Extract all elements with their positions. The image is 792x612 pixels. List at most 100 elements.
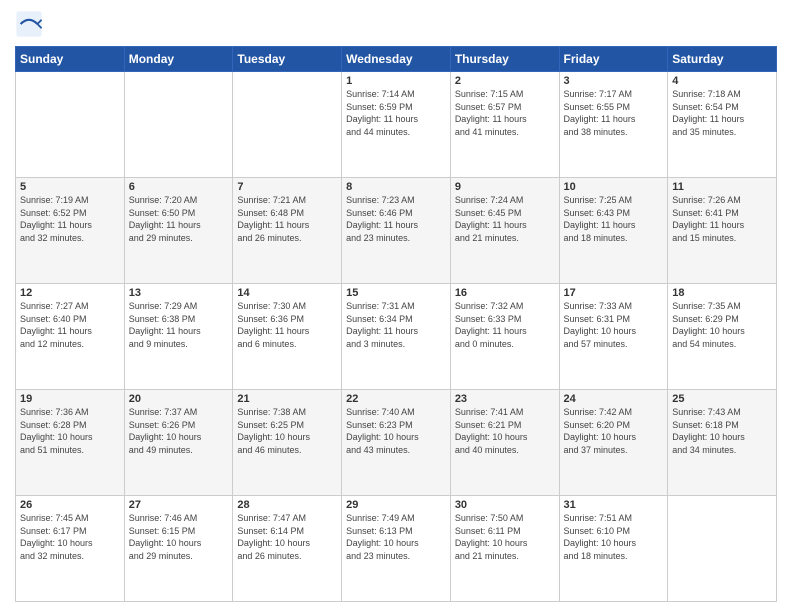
day-number: 26	[20, 499, 120, 511]
day-info: Sunrise: 7:18 AMSunset: 6:54 PMDaylight:…	[672, 88, 772, 138]
calendar-day: 25Sunrise: 7:43 AMSunset: 6:18 PMDayligh…	[668, 390, 777, 496]
calendar-week-4: 19Sunrise: 7:36 AMSunset: 6:28 PMDayligh…	[16, 390, 777, 496]
calendar-header-thursday: Thursday	[450, 47, 559, 72]
day-info: Sunrise: 7:31 AMSunset: 6:34 PMDaylight:…	[346, 300, 446, 350]
calendar-week-1: 1Sunrise: 7:14 AMSunset: 6:59 PMDaylight…	[16, 72, 777, 178]
calendar-header-monday: Monday	[124, 47, 233, 72]
day-number: 16	[455, 287, 555, 299]
calendar-day: 11Sunrise: 7:26 AMSunset: 6:41 PMDayligh…	[668, 178, 777, 284]
day-info: Sunrise: 7:46 AMSunset: 6:15 PMDaylight:…	[129, 512, 229, 562]
day-number: 15	[346, 287, 446, 299]
day-number: 4	[672, 75, 772, 87]
day-number: 14	[237, 287, 337, 299]
day-info: Sunrise: 7:23 AMSunset: 6:46 PMDaylight:…	[346, 194, 446, 244]
day-number: 17	[564, 287, 664, 299]
day-number: 7	[237, 181, 337, 193]
calendar-day: 15Sunrise: 7:31 AMSunset: 6:34 PMDayligh…	[342, 284, 451, 390]
day-info: Sunrise: 7:35 AMSunset: 6:29 PMDaylight:…	[672, 300, 772, 350]
day-info: Sunrise: 7:42 AMSunset: 6:20 PMDaylight:…	[564, 406, 664, 456]
day-info: Sunrise: 7:51 AMSunset: 6:10 PMDaylight:…	[564, 512, 664, 562]
day-info: Sunrise: 7:17 AMSunset: 6:55 PMDaylight:…	[564, 88, 664, 138]
calendar-day: 27Sunrise: 7:46 AMSunset: 6:15 PMDayligh…	[124, 496, 233, 602]
day-info: Sunrise: 7:50 AMSunset: 6:11 PMDaylight:…	[455, 512, 555, 562]
day-number: 24	[564, 393, 664, 405]
day-info: Sunrise: 7:21 AMSunset: 6:48 PMDaylight:…	[237, 194, 337, 244]
day-info: Sunrise: 7:15 AMSunset: 6:57 PMDaylight:…	[455, 88, 555, 138]
day-number: 12	[20, 287, 120, 299]
day-number: 13	[129, 287, 229, 299]
calendar-day: 6Sunrise: 7:20 AMSunset: 6:50 PMDaylight…	[124, 178, 233, 284]
day-info: Sunrise: 7:43 AMSunset: 6:18 PMDaylight:…	[672, 406, 772, 456]
day-info: Sunrise: 7:20 AMSunset: 6:50 PMDaylight:…	[129, 194, 229, 244]
calendar-day: 29Sunrise: 7:49 AMSunset: 6:13 PMDayligh…	[342, 496, 451, 602]
calendar-day: 13Sunrise: 7:29 AMSunset: 6:38 PMDayligh…	[124, 284, 233, 390]
day-number: 11	[672, 181, 772, 193]
day-number: 3	[564, 75, 664, 87]
calendar-day: 18Sunrise: 7:35 AMSunset: 6:29 PMDayligh…	[668, 284, 777, 390]
day-info: Sunrise: 7:33 AMSunset: 6:31 PMDaylight:…	[564, 300, 664, 350]
calendar-day	[668, 496, 777, 602]
day-number: 28	[237, 499, 337, 511]
calendar-header-saturday: Saturday	[668, 47, 777, 72]
calendar-day: 24Sunrise: 7:42 AMSunset: 6:20 PMDayligh…	[559, 390, 668, 496]
day-info: Sunrise: 7:19 AMSunset: 6:52 PMDaylight:…	[20, 194, 120, 244]
calendar-day	[233, 72, 342, 178]
day-info: Sunrise: 7:27 AMSunset: 6:40 PMDaylight:…	[20, 300, 120, 350]
calendar-header-sunday: Sunday	[16, 47, 125, 72]
calendar-table: SundayMondayTuesdayWednesdayThursdayFrid…	[15, 46, 777, 602]
calendar-day	[124, 72, 233, 178]
day-number: 22	[346, 393, 446, 405]
day-info: Sunrise: 7:29 AMSunset: 6:38 PMDaylight:…	[129, 300, 229, 350]
day-info: Sunrise: 7:14 AMSunset: 6:59 PMDaylight:…	[346, 88, 446, 138]
day-number: 25	[672, 393, 772, 405]
calendar-day: 23Sunrise: 7:41 AMSunset: 6:21 PMDayligh…	[450, 390, 559, 496]
calendar-day	[16, 72, 125, 178]
day-number: 30	[455, 499, 555, 511]
day-number: 31	[564, 499, 664, 511]
calendar-day: 20Sunrise: 7:37 AMSunset: 6:26 PMDayligh…	[124, 390, 233, 496]
day-info: Sunrise: 7:30 AMSunset: 6:36 PMDaylight:…	[237, 300, 337, 350]
day-info: Sunrise: 7:24 AMSunset: 6:45 PMDaylight:…	[455, 194, 555, 244]
calendar-day: 31Sunrise: 7:51 AMSunset: 6:10 PMDayligh…	[559, 496, 668, 602]
page-container: SundayMondayTuesdayWednesdayThursdayFrid…	[0, 0, 792, 612]
day-info: Sunrise: 7:47 AMSunset: 6:14 PMDaylight:…	[237, 512, 337, 562]
day-info: Sunrise: 7:49 AMSunset: 6:13 PMDaylight:…	[346, 512, 446, 562]
calendar-day: 26Sunrise: 7:45 AMSunset: 6:17 PMDayligh…	[16, 496, 125, 602]
day-number: 9	[455, 181, 555, 193]
calendar-day: 10Sunrise: 7:25 AMSunset: 6:43 PMDayligh…	[559, 178, 668, 284]
day-number: 5	[20, 181, 120, 193]
calendar-header-friday: Friday	[559, 47, 668, 72]
calendar-header-tuesday: Tuesday	[233, 47, 342, 72]
day-info: Sunrise: 7:32 AMSunset: 6:33 PMDaylight:…	[455, 300, 555, 350]
calendar-day: 1Sunrise: 7:14 AMSunset: 6:59 PMDaylight…	[342, 72, 451, 178]
day-info: Sunrise: 7:38 AMSunset: 6:25 PMDaylight:…	[237, 406, 337, 456]
calendar-day: 9Sunrise: 7:24 AMSunset: 6:45 PMDaylight…	[450, 178, 559, 284]
day-info: Sunrise: 7:45 AMSunset: 6:17 PMDaylight:…	[20, 512, 120, 562]
header	[15, 10, 777, 38]
logo	[15, 10, 47, 38]
day-number: 21	[237, 393, 337, 405]
logo-icon	[15, 10, 43, 38]
calendar-day: 16Sunrise: 7:32 AMSunset: 6:33 PMDayligh…	[450, 284, 559, 390]
day-number: 1	[346, 75, 446, 87]
calendar-header-row: SundayMondayTuesdayWednesdayThursdayFrid…	[16, 47, 777, 72]
day-info: Sunrise: 7:26 AMSunset: 6:41 PMDaylight:…	[672, 194, 772, 244]
calendar-day: 12Sunrise: 7:27 AMSunset: 6:40 PMDayligh…	[16, 284, 125, 390]
calendar-day: 17Sunrise: 7:33 AMSunset: 6:31 PMDayligh…	[559, 284, 668, 390]
calendar-day: 22Sunrise: 7:40 AMSunset: 6:23 PMDayligh…	[342, 390, 451, 496]
calendar-day: 28Sunrise: 7:47 AMSunset: 6:14 PMDayligh…	[233, 496, 342, 602]
calendar-week-2: 5Sunrise: 7:19 AMSunset: 6:52 PMDaylight…	[16, 178, 777, 284]
calendar-day: 8Sunrise: 7:23 AMSunset: 6:46 PMDaylight…	[342, 178, 451, 284]
calendar-week-5: 26Sunrise: 7:45 AMSunset: 6:17 PMDayligh…	[16, 496, 777, 602]
day-number: 19	[20, 393, 120, 405]
day-number: 18	[672, 287, 772, 299]
day-number: 2	[455, 75, 555, 87]
day-number: 10	[564, 181, 664, 193]
calendar-day: 3Sunrise: 7:17 AMSunset: 6:55 PMDaylight…	[559, 72, 668, 178]
day-info: Sunrise: 7:25 AMSunset: 6:43 PMDaylight:…	[564, 194, 664, 244]
day-number: 8	[346, 181, 446, 193]
day-number: 20	[129, 393, 229, 405]
day-number: 29	[346, 499, 446, 511]
calendar-header-wednesday: Wednesday	[342, 47, 451, 72]
day-info: Sunrise: 7:40 AMSunset: 6:23 PMDaylight:…	[346, 406, 446, 456]
